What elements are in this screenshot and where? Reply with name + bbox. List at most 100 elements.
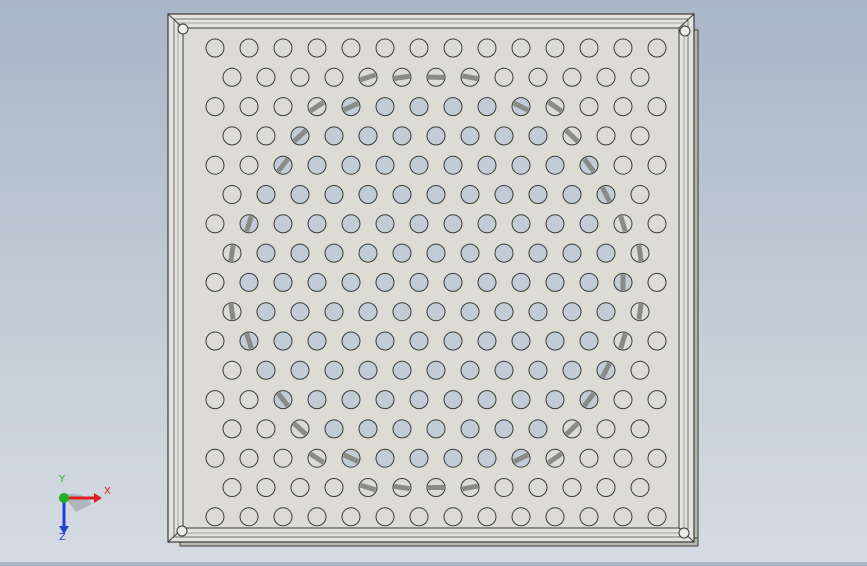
- perforation-hole: [563, 361, 581, 379]
- perforation-hole: [648, 332, 666, 350]
- corner-pin-tl: [178, 24, 188, 34]
- perforation-hole: [546, 215, 564, 233]
- perforation-hole: [410, 39, 428, 57]
- perforation-hole: [376, 98, 394, 116]
- perforation-hole: [512, 156, 530, 174]
- perforation-hole: [223, 420, 241, 438]
- perforation-hole: [648, 156, 666, 174]
- perforation-hole: [393, 420, 411, 438]
- perforation-hole: [240, 391, 258, 409]
- perforation-hole: [308, 156, 326, 174]
- perforation-hole: [325, 361, 343, 379]
- perforation-hole: [325, 186, 343, 204]
- perforation-hole: [427, 244, 445, 262]
- cad-graphics-viewport[interactable]: X Y Z: [0, 0, 867, 562]
- perforation-hole: [529, 361, 547, 379]
- perforation-hole: [512, 508, 530, 526]
- perforation-hole: [597, 244, 615, 262]
- perforation-hole: [563, 244, 581, 262]
- perforation-hole: [461, 303, 479, 321]
- perforation-hole: [580, 449, 598, 467]
- perforation-hole: [461, 127, 479, 145]
- hole-section-cut: [639, 245, 641, 261]
- perforation-hole: [240, 98, 258, 116]
- axis-triad[interactable]: X Y Z: [48, 482, 118, 544]
- perforation-hole: [274, 39, 292, 57]
- perforation-hole: [631, 479, 649, 497]
- perforation-hole: [648, 215, 666, 233]
- perforation-hole: [546, 273, 564, 291]
- perforation-hole: [257, 244, 275, 262]
- perforation-hole: [376, 391, 394, 409]
- perforation-hole: [546, 156, 564, 174]
- perforation-hole: [444, 39, 462, 57]
- perforation-hole: [308, 508, 326, 526]
- perforation-hole: [597, 479, 615, 497]
- perforation-hole: [563, 186, 581, 204]
- perforation-hole: [614, 449, 632, 467]
- perforation-hole: [410, 215, 428, 233]
- perforation-hole: [444, 215, 462, 233]
- perforation-hole: [495, 479, 513, 497]
- perforation-hole: [342, 273, 360, 291]
- perforation-hole: [274, 273, 292, 291]
- perforation-hole: [206, 508, 224, 526]
- perforation-hole: [478, 39, 496, 57]
- perforation-hole: [206, 391, 224, 409]
- perforation-hole: [410, 98, 428, 116]
- perforation-hole: [308, 332, 326, 350]
- perforation-hole: [648, 508, 666, 526]
- perforation-hole: [648, 273, 666, 291]
- perforation-hole: [325, 420, 343, 438]
- perforation-hole: [597, 303, 615, 321]
- perforation-hole: [580, 508, 598, 526]
- perforation-hole: [597, 127, 615, 145]
- perforation-hole: [410, 508, 428, 526]
- perforation-hole: [631, 186, 649, 204]
- perforation-hole: [631, 420, 649, 438]
- perforation-hole: [291, 186, 309, 204]
- perforation-hole: [648, 98, 666, 116]
- perforation-hole: [427, 127, 445, 145]
- hole-section-cut: [231, 304, 233, 320]
- perforation-hole: [325, 479, 343, 497]
- perforation-hole: [274, 508, 292, 526]
- perforation-hole: [342, 391, 360, 409]
- perforation-hole: [206, 449, 224, 467]
- perforation-hole: [529, 479, 547, 497]
- perforation-hole: [614, 391, 632, 409]
- perforation-hole: [495, 361, 513, 379]
- perforation-hole: [410, 391, 428, 409]
- perforation-hole: [257, 303, 275, 321]
- perforation-hole: [495, 420, 513, 438]
- perforation-hole: [529, 186, 547, 204]
- perforation-hole: [206, 215, 224, 233]
- perforation-hole: [376, 39, 394, 57]
- perforation-hole: [444, 449, 462, 467]
- perforation-hole: [359, 127, 377, 145]
- perforation-hole: [376, 449, 394, 467]
- perforated-plate-model[interactable]: [0, 0, 867, 562]
- perforation-hole: [393, 361, 411, 379]
- perforation-hole: [529, 68, 547, 86]
- perforation-hole: [648, 449, 666, 467]
- perforation-hole: [597, 420, 615, 438]
- perforation-hole: [342, 156, 360, 174]
- perforation-hole: [444, 156, 462, 174]
- x-axis-label: X: [104, 486, 111, 497]
- perforation-hole: [478, 449, 496, 467]
- perforation-hole: [410, 332, 428, 350]
- corner-pin-bl: [177, 526, 187, 536]
- perforation-hole: [546, 508, 564, 526]
- perforation-hole: [257, 127, 275, 145]
- perforation-hole: [478, 508, 496, 526]
- perforation-hole: [410, 273, 428, 291]
- perforation-hole: [461, 420, 479, 438]
- perforation-hole: [359, 303, 377, 321]
- perforation-hole: [580, 215, 598, 233]
- perforation-hole: [325, 303, 343, 321]
- perforation-hole: [546, 39, 564, 57]
- perforation-hole: [240, 39, 258, 57]
- perforation-hole: [614, 156, 632, 174]
- perforation-hole: [529, 127, 547, 145]
